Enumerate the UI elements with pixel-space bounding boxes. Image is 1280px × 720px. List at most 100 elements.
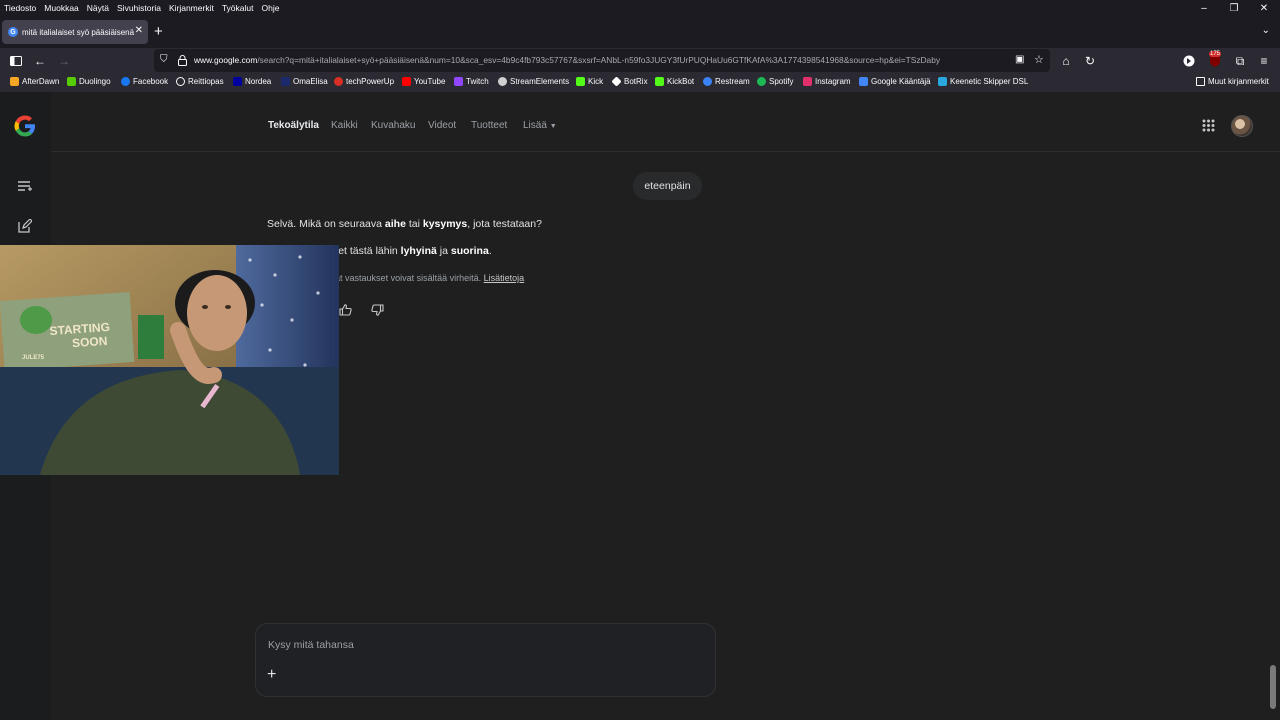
- bookmark-nordea[interactable]: Nordea: [233, 77, 271, 86]
- bookmark-botrix[interactable]: BotRix: [611, 76, 648, 87]
- menu-view[interactable]: Näytä: [83, 3, 113, 13]
- caret-down-icon: ▼: [549, 123, 557, 130]
- bookmark-afterdawn[interactable]: AfterDawn: [10, 77, 59, 86]
- tab-ai-mode[interactable]: Tekoälytila: [268, 120, 319, 131]
- botrix-icon: [611, 76, 622, 87]
- bookmark-instagram[interactable]: Instagram: [803, 77, 851, 86]
- folder-icon: [1196, 77, 1205, 86]
- bookmark-restream[interactable]: Restream: [703, 77, 750, 86]
- menu-edit[interactable]: Muokkaa: [40, 3, 83, 13]
- nordea-icon: [233, 77, 242, 86]
- thumbs-up-icon[interactable]: [339, 304, 352, 319]
- add-attachment-button[interactable]: +: [267, 666, 276, 684]
- tab-active[interactable]: G mitä italialaiset syö pääsiäisenä ✕: [2, 20, 148, 44]
- address-bar[interactable]: ⛉ www.google.com/search?q=mitä+italialai…: [154, 49, 1050, 72]
- tab-videos[interactable]: Videot: [428, 120, 456, 131]
- extensions-icon[interactable]: ⧉: [1231, 52, 1249, 70]
- reload-icon[interactable]: ↻: [1081, 52, 1099, 70]
- instagram-icon: [803, 77, 812, 86]
- tab-title: mitä italialaiset syö pääsiäisenä: [22, 27, 135, 37]
- bookmark-spotify[interactable]: Spotify: [757, 77, 793, 86]
- tab-close-icon[interactable]: ✕: [135, 25, 143, 36]
- duolingo-icon: [67, 77, 76, 86]
- tab-all[interactable]: Kaikki: [331, 120, 358, 131]
- list-all-tabs-icon[interactable]: ⌄: [1262, 25, 1270, 36]
- bookmark-reittiopas[interactable]: Reittiopas: [176, 77, 224, 86]
- google-apps-icon[interactable]: [1202, 119, 1215, 135]
- minimize-button[interactable]: –: [1189, 0, 1219, 16]
- reader-view-icon[interactable]: ▣: [1015, 54, 1024, 65]
- kickbot-icon: [655, 77, 664, 86]
- poster-text-2: SOON: [72, 334, 108, 350]
- home-icon[interactable]: ⌂: [1057, 52, 1075, 70]
- omaelisa-icon: [281, 77, 290, 86]
- page-scrollbar[interactable]: [1270, 665, 1276, 709]
- bookmarks-bar: AfterDawn Duolingo Facebook Reittiopas N…: [0, 74, 1280, 92]
- ublock-extension-icon[interactable]: 175: [1206, 51, 1224, 70]
- tab-images[interactable]: Kuvahaku: [371, 120, 415, 131]
- menu-history[interactable]: Sivuhistoria: [113, 3, 165, 13]
- twitch-icon: [454, 77, 463, 86]
- poster-tag: JULE75: [22, 355, 45, 361]
- history-list-icon[interactable]: [17, 179, 33, 195]
- bookmark-kickbot[interactable]: KickBot: [655, 77, 694, 86]
- sidebar-toggle-icon[interactable]: [7, 52, 25, 70]
- ask-input[interactable]: [268, 636, 688, 654]
- url-text[interactable]: www.google.com/search?q=mitä+italialaise…: [194, 55, 1014, 65]
- bookmark-twitch[interactable]: Twitch: [454, 77, 489, 86]
- bookmark-keenetic[interactable]: Keenetic Skipper DSL: [938, 77, 1028, 86]
- bookmark-facebook[interactable]: Facebook: [121, 77, 168, 86]
- bookmark-google-translate[interactable]: Google Kääntäjä: [859, 77, 931, 86]
- streamelements-icon: [498, 77, 507, 86]
- kick-icon: [576, 77, 585, 86]
- menu-file[interactable]: Tiedosto: [0, 3, 40, 13]
- google-favicon-icon: G: [8, 27, 18, 37]
- extension-badge: 175: [1209, 51, 1222, 57]
- app-menu-icon[interactable]: ≡: [1255, 52, 1273, 70]
- tab-products[interactable]: Tuotteet: [471, 120, 507, 131]
- youtube-icon: [402, 77, 411, 86]
- new-tab-button[interactable]: +: [154, 24, 163, 40]
- webcam-overlay: STARTING SOON JULE75: [0, 245, 339, 475]
- forward-icon[interactable]: →: [55, 52, 73, 70]
- navigation-toolbar: ← → ⛉ www.google.com/search?q=mitä+itali…: [0, 48, 1280, 74]
- tab-more[interactable]: Lisää ▼: [523, 120, 557, 131]
- webcam-feed-image: STARTING SOON JULE75: [0, 245, 339, 475]
- bookmark-kick[interactable]: Kick: [576, 77, 603, 86]
- spotify-icon: [757, 77, 766, 86]
- back-icon[interactable]: ←: [31, 52, 49, 70]
- menu-bar: Tiedosto Muokkaa Näytä Sivuhistoria Kirj…: [0, 0, 1280, 16]
- bookmark-streamelements[interactable]: StreamElements: [498, 77, 569, 86]
- google-translate-icon: [859, 77, 868, 86]
- answer-line-1: Selvä. Mikä on seuraava aihe tai kysymys…: [267, 218, 542, 230]
- afterdawn-icon: [10, 77, 19, 86]
- bookmark-youtube[interactable]: YouTube: [402, 77, 445, 86]
- user-message-bubble: eteenpäin: [633, 172, 702, 200]
- bookmark-star-icon[interactable]: ☆: [1034, 53, 1044, 66]
- globe-icon: [176, 77, 185, 86]
- thumbs-down-icon[interactable]: [371, 304, 384, 319]
- techpowerup-icon: [334, 77, 343, 86]
- bookmark-techpowerup[interactable]: techPowerUp: [334, 77, 394, 86]
- menu-tools[interactable]: Työkalut: [218, 3, 258, 13]
- new-chat-icon[interactable]: [17, 218, 33, 234]
- bookmark-other-folder[interactable]: Muut kirjanmerkit: [1196, 77, 1269, 86]
- tab-strip: G mitä italialaiset syö pääsiäisenä ✕ + …: [0, 16, 1280, 48]
- bookmark-omaelisa[interactable]: OmaElisa: [281, 77, 328, 86]
- account-avatar[interactable]: [1231, 115, 1253, 137]
- bookmark-duolingo[interactable]: Duolingo: [67, 77, 111, 86]
- tracking-shield-icon[interactable]: ⛉: [160, 54, 168, 65]
- ask-anything-box: +: [255, 623, 716, 697]
- restore-button[interactable]: ❐: [1219, 0, 1249, 16]
- lock-icon[interactable]: [178, 53, 187, 71]
- pocket-extension-icon[interactable]: [1180, 52, 1198, 70]
- menu-bookmarks[interactable]: Kirjanmerkit: [165, 3, 218, 13]
- close-window-button[interactable]: ✕: [1249, 0, 1279, 16]
- header-divider: [51, 151, 1280, 152]
- learn-more-link[interactable]: Lisätietoja: [484, 273, 525, 283]
- keenetic-icon: [938, 77, 947, 86]
- menu-help[interactable]: Ohje: [257, 3, 283, 13]
- facebook-icon: [121, 77, 130, 86]
- google-logo[interactable]: [13, 114, 37, 145]
- restream-icon: [703, 77, 712, 86]
